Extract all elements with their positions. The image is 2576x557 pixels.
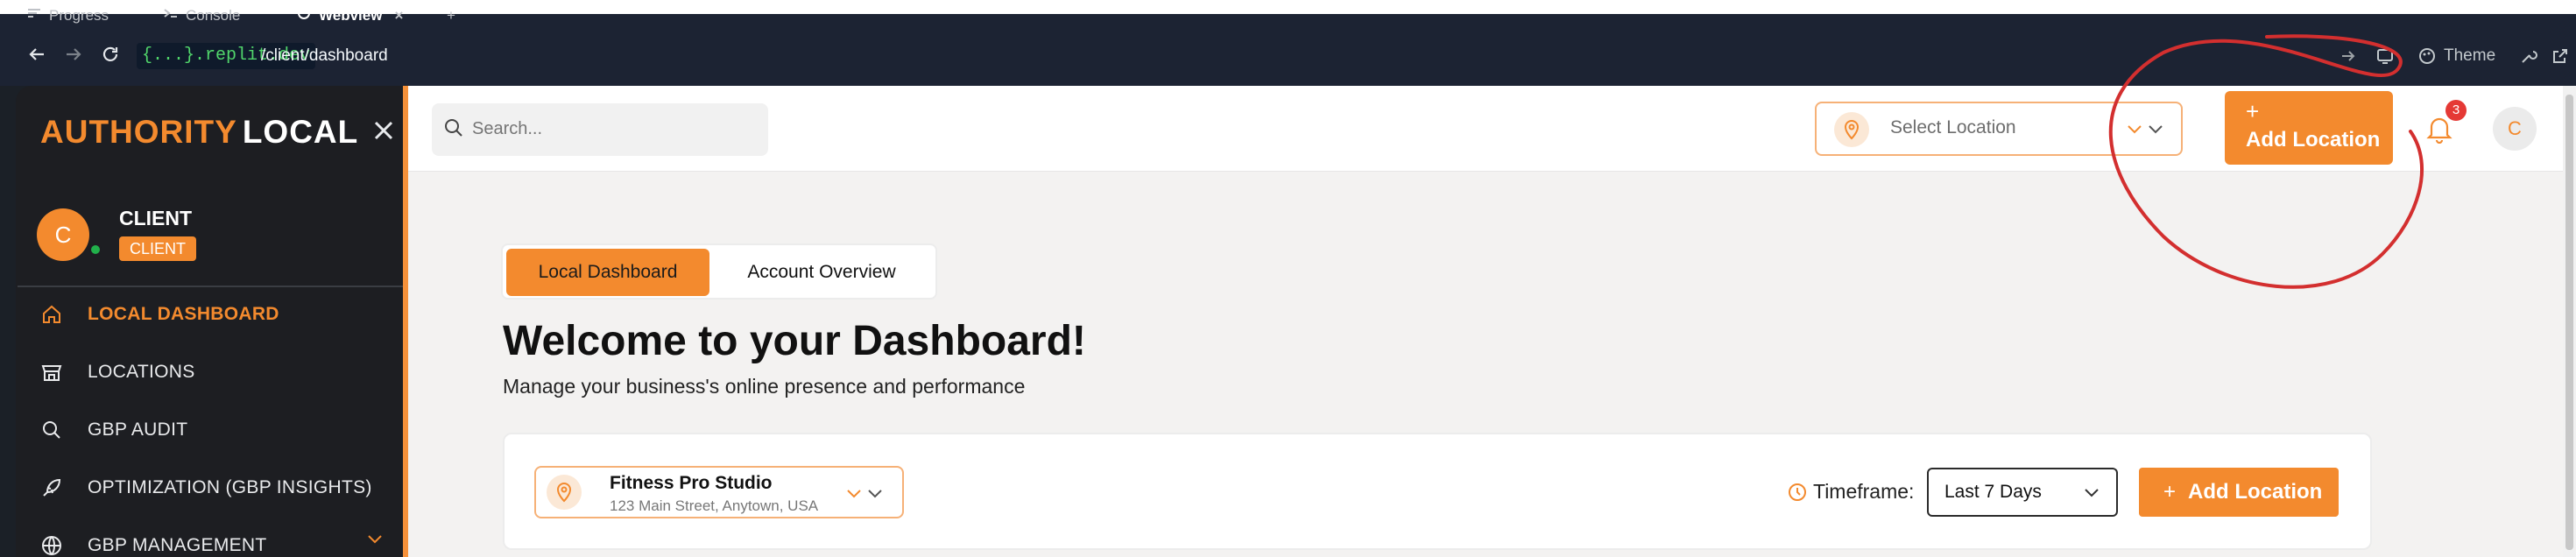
location-pin-icon: [1834, 112, 1869, 147]
role-badge: CLIENT: [119, 236, 197, 261]
scrollbar[interactable]: [2563, 86, 2576, 557]
rocket-icon: [43, 478, 61, 497]
tab-local-dashboard[interactable]: Local Dashboard: [506, 249, 709, 296]
search-icon: [445, 119, 462, 137]
tab-account-overview[interactable]: Account Overview: [716, 249, 927, 296]
search-icon: [43, 421, 60, 439]
chevron-down-icon: [847, 490, 882, 498]
new-tab-icon[interactable]: [2551, 42, 2570, 70]
search-box[interactable]: [432, 103, 768, 156]
add-location-label: Add Location: [2188, 480, 2323, 504]
search-input[interactable]: [472, 116, 752, 142]
online-status-dot: [89, 243, 102, 256]
brand-part2: LOCAL: [242, 114, 359, 150]
ide-tab-label: Progress: [49, 7, 109, 24]
close-sidebar-icon[interactable]: [370, 117, 398, 145]
select-location-placeholder: Select Location: [1890, 117, 2016, 137]
theme-button[interactable]: Theme: [2417, 42, 2495, 70]
sidebar-item-gbp-management[interactable]: GBP MANAGEMENT: [40, 531, 267, 557]
back-arrow-icon[interactable]: [25, 44, 49, 68]
address-bar: {...}.replit.dev /client/dashboard Theme: [0, 26, 2576, 86]
chevron-down-icon[interactable]: [366, 531, 384, 548]
tab-close-icon[interactable]: ×: [394, 7, 403, 25]
brand-logo[interactable]: AUTHORITY LOCAL: [40, 114, 358, 151]
plus-icon: +: [2246, 98, 2260, 124]
page-subtitle: Manage your business's online presence a…: [503, 375, 1026, 398]
home-icon: [43, 305, 60, 323]
sidebar-item-label: OPTIMIZATION (GBP INSIGHTS): [88, 477, 372, 497]
sidebar-divider: [18, 286, 405, 287]
url-path[interactable]: /client/dashboard: [261, 43, 388, 69]
sidebar-item-label: LOCATIONS: [88, 362, 195, 382]
ide-tab-label: Webview: [319, 7, 383, 24]
sidebar-item-label: GBP AUDIT: [88, 420, 188, 440]
wrench-icon[interactable]: [2519, 42, 2538, 70]
clock-icon: [1789, 483, 1806, 501]
user-avatar[interactable]: C: [2493, 107, 2537, 151]
sidebar-item-optimization[interactable]: OPTIMIZATION (GBP INSIGHTS): [40, 473, 372, 503]
ide-tab-progress[interactable]: Progress: [26, 7, 109, 26]
globe-icon: [298, 7, 310, 19]
globe-icon: [42, 536, 61, 555]
avatar[interactable]: C: [37, 208, 89, 261]
sidebar-item-locations[interactable]: LOCATIONS: [40, 357, 195, 387]
theme-label: Theme: [2444, 46, 2496, 65]
business-address: 123 Main Street, Anytown, USA: [610, 497, 819, 514]
forward-arrow-icon[interactable]: [61, 44, 86, 68]
add-location-button-header[interactable]: + Add Location: [2225, 91, 2393, 165]
chevron-down-icon: [2128, 125, 2163, 134]
scrollbar-thumb[interactable]: [2565, 95, 2573, 550]
add-location-button[interactable]: + Add Location: [2139, 468, 2339, 517]
reload-icon[interactable]: [98, 44, 123, 68]
timeframe-label: Timeframe:: [1813, 480, 1915, 503]
sidebar-item-local-dashboard[interactable]: LOCAL DASHBOARD: [40, 300, 279, 329]
notification-badge: 3: [2445, 100, 2467, 121]
user-name: CLIENT: [119, 207, 193, 229]
plus-icon: +: [2163, 480, 2177, 504]
chevron-down-icon: [2085, 489, 2099, 497]
ide-tab-webview[interactable]: Webview ×: [296, 7, 403, 26]
sidebar: AUTHORITY LOCAL C CLIENT CLIENT LOCAL DAS…: [0, 86, 408, 557]
business-name: Fitness Pro Studio: [610, 473, 773, 493]
add-location-label: Add Location: [2246, 128, 2381, 152]
dashboard-tabs: Local Dashboard Account Overview: [501, 243, 937, 300]
page-title: Welcome to your Dashboard!: [503, 318, 1086, 364]
console-icon: [164, 9, 177, 18]
brand-part1: AUTHORITY: [40, 114, 237, 150]
business-select-dropdown[interactable]: Fitness Pro Studio 123 Main Street, Anyt…: [534, 466, 904, 518]
ide-tab-label: Console: [186, 7, 241, 24]
sidebar-item-label: GBP MANAGEMENT: [88, 535, 267, 555]
sidebar-item-label: LOCAL DASHBOARD: [88, 304, 279, 324]
devtools-icon[interactable]: [2375, 42, 2395, 70]
location-pin-icon: [547, 475, 582, 510]
progress-icon: [28, 9, 40, 18]
open-external-arrow-icon[interactable]: [2339, 42, 2358, 70]
timeframe-select[interactable]: Last 7 Days: [1927, 468, 2118, 517]
store-icon: [41, 365, 62, 381]
ide-tab-strip: Progress Console Webview × +: [0, 0, 2576, 26]
ide-tab-console[interactable]: Console: [163, 7, 240, 26]
palette-icon: [2419, 48, 2435, 64]
tab-add-icon[interactable]: +: [447, 7, 455, 26]
timeframe-value: Last 7 Days: [1944, 482, 2042, 502]
select-location-dropdown[interactable]: Select Location: [1815, 102, 2183, 156]
sidebar-item-gbp-audit[interactable]: GBP AUDIT: [40, 415, 187, 445]
